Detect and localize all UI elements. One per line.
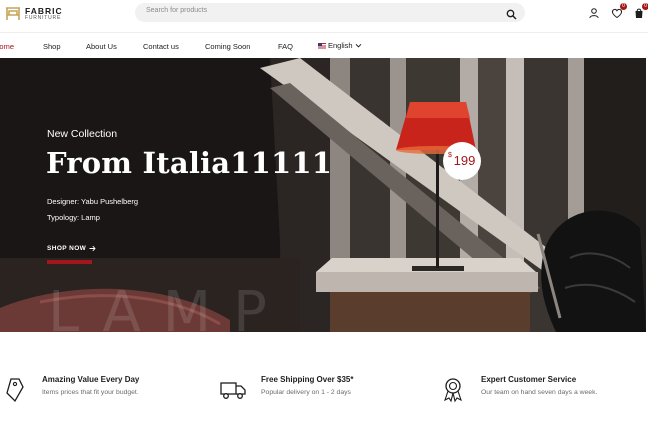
cart-icon[interactable]: 0 (633, 3, 648, 18)
nav-item-contact[interactable]: Contact us (143, 42, 179, 51)
hero-subtitle: New Collection (47, 128, 118, 140)
shop-now-button[interactable]: SHOP NOW (47, 245, 96, 252)
delivery-truck-icon (219, 375, 247, 403)
feature-desc: Popular delivery on 1 - 2 days (261, 389, 351, 396)
account-icon[interactable] (588, 6, 600, 19)
hero-title: From Italia11111 (46, 146, 333, 180)
hero-watermark: LAMP (48, 280, 289, 332)
search-icon[interactable] (506, 7, 517, 20)
us-flag-icon (318, 42, 326, 49)
shop-now-label: SHOP NOW (47, 245, 87, 252)
feature-title: Free Shipping Over $35* (261, 375, 354, 384)
price-tag-icon (1, 375, 29, 403)
logo-subtitle: FURNITURE (25, 15, 62, 22)
site-logo[interactable]: FABRIC FURNITURE (4, 5, 63, 23)
wishlist-icon[interactable]: 0 (611, 3, 627, 19)
search-input[interactable]: Search for products (135, 3, 525, 22)
logo-title: FABRIC (25, 5, 63, 16)
feature-title: Amazing Value Every Day (42, 375, 140, 384)
feature-title: Expert Customer Service (481, 375, 577, 384)
award-badge-icon (439, 375, 467, 403)
features-strip: Amazing Value Every Day Items prices tha… (0, 333, 648, 433)
nav-item-coming-soon[interactable]: Coming Soon (205, 42, 250, 51)
nav-item-home[interactable]: Home (0, 42, 14, 51)
hero-typology: Typology: Lamp (47, 213, 100, 222)
price-badge: $ 199 (443, 142, 481, 180)
language-label: English (328, 41, 353, 50)
nav-item-faq[interactable]: FAQ (278, 42, 293, 51)
nav-item-about[interactable]: About Us (86, 42, 117, 51)
cart-count-badge: 0 (642, 3, 648, 10)
chevron-down-icon (355, 43, 361, 48)
main-nav: Home Shop About Us Contact us Coming Soo… (0, 32, 648, 58)
feature-desc: Items prices that fit your budget. (42, 389, 139, 396)
price-value: 199 (453, 153, 476, 168)
chair-logo-icon (4, 5, 22, 23)
language-selector[interactable]: English (318, 41, 362, 50)
feature-desc: Our team on hand seven days a week. (481, 389, 598, 396)
hero-designer: Designer: Yabu Pushelberg (47, 197, 139, 206)
nav-item-shop[interactable]: Shop (43, 42, 61, 51)
shop-now-underline (47, 260, 92, 264)
wishlist-count-badge: 0 (620, 3, 627, 10)
arrow-right-icon (89, 245, 96, 252)
top-header: FABRIC FURNITURE Search for products 0 0 (0, 0, 648, 32)
hero-banner: New Collection From Italia11111 Designer… (0, 58, 646, 332)
search-placeholder: Search for products (146, 7, 208, 14)
